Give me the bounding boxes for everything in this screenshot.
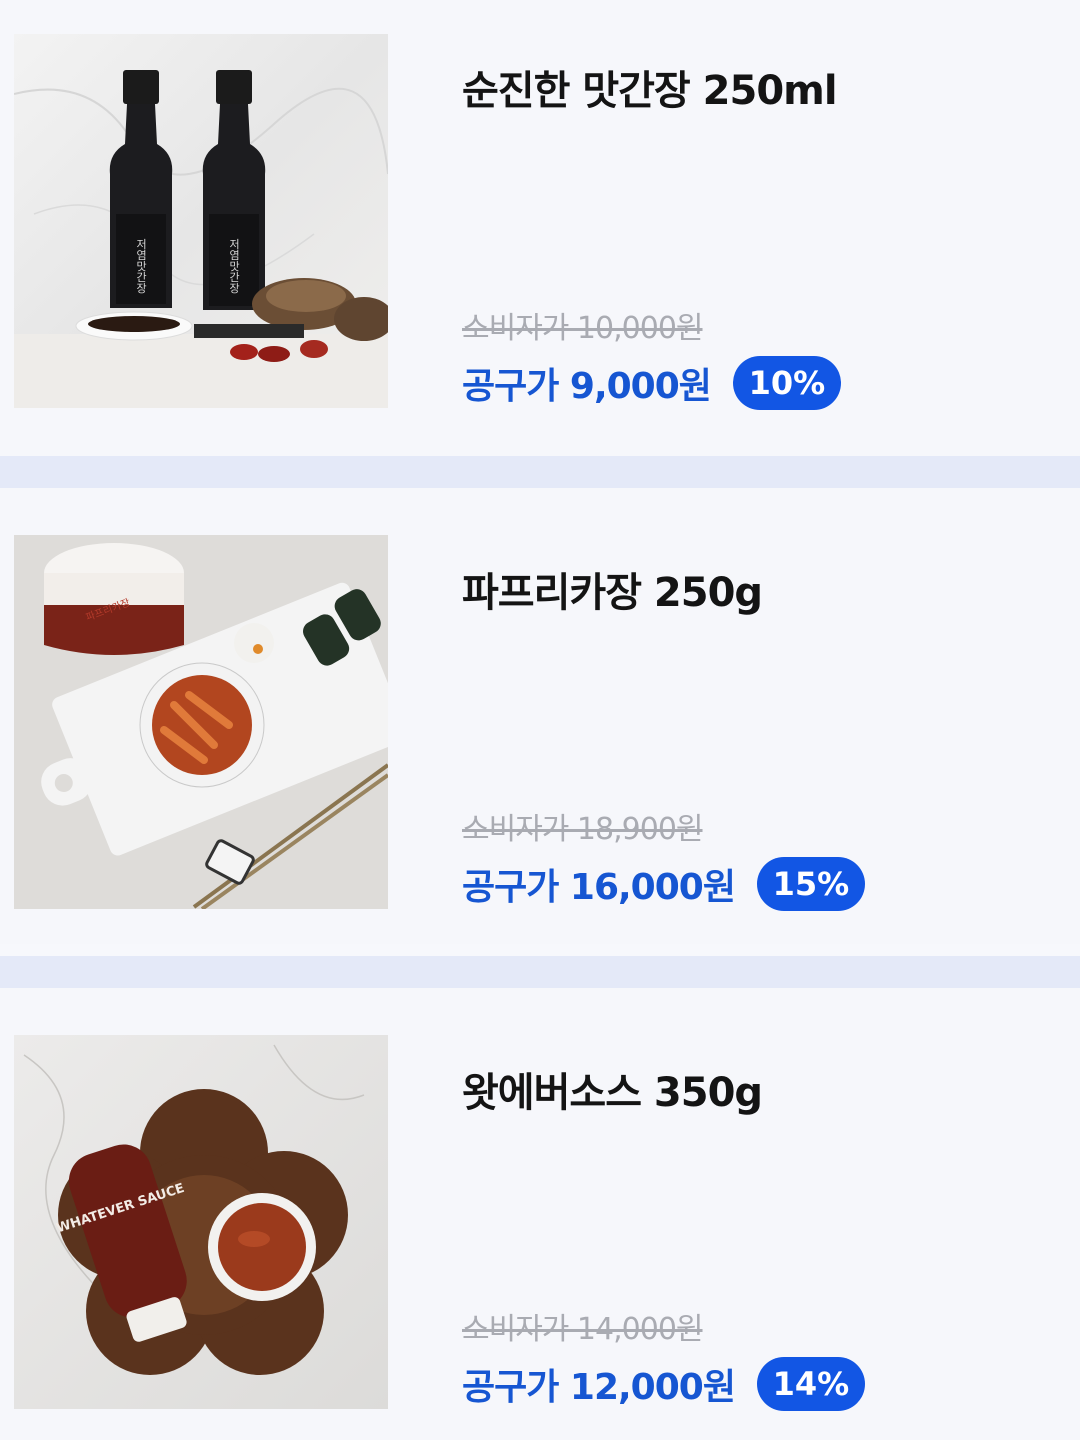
sale-price: 공구가 16,000원 xyxy=(462,867,736,908)
discount-badge: 15% xyxy=(756,857,865,911)
product-card-whatever-sauce[interactable]: WHATEVER SAUCE 왓에버소스 350g 소비자가 14,000원 공… xyxy=(0,988,1080,1440)
discount-badge: 14% xyxy=(756,1357,865,1411)
section-divider xyxy=(0,956,1080,988)
product-image-soy-sauce[interactable]: 저염맛간장 저염맛간장 xyxy=(14,34,388,408)
sale-price: 공구가 9,000원 xyxy=(462,366,712,407)
whatever-sauce-photo: WHATEVER SAUCE xyxy=(14,1035,388,1409)
price-row: 공구가 16,000원 15% xyxy=(462,856,865,912)
product-card-paprika-paste[interactable]: 파프리카장 파프리카장 250g 소비자가 18,900원 공구가 16,000… xyxy=(0,488,1080,944)
original-price: 소비자가 14,000원 xyxy=(462,1312,704,1347)
section-divider xyxy=(0,456,1080,488)
bottle-label-2: 저염맛간장 xyxy=(228,238,241,293)
bottle-label-1: 저염맛간장 xyxy=(135,238,148,293)
soy-sauce-photo: 저염맛간장 저염맛간장 xyxy=(14,34,388,408)
sale-price: 공구가 12,000원 xyxy=(462,1367,736,1408)
product-title: 파프리카장 250g xyxy=(462,570,763,616)
product-title: 왓에버소스 350g xyxy=(462,1070,763,1116)
original-price: 소비자가 18,900원 xyxy=(462,812,704,847)
price-row: 공구가 9,000원 10% xyxy=(462,355,841,411)
product-card-soy-sauce[interactable]: 저염맛간장 저염맛간장 순진한 맛간장 250ml 소비자가 10,000원 공… xyxy=(0,0,1080,456)
product-image-paprika-paste[interactable]: 파프리카장 xyxy=(14,535,388,909)
original-price: 소비자가 10,000원 xyxy=(462,311,704,346)
paprika-paste-photo: 파프리카장 xyxy=(14,535,388,909)
discount-badge: 10% xyxy=(732,356,841,410)
product-image-whatever-sauce[interactable]: WHATEVER SAUCE xyxy=(14,1035,388,1409)
price-row: 공구가 12,000원 14% xyxy=(462,1356,865,1412)
product-title: 순진한 맛간장 250ml xyxy=(462,68,838,114)
